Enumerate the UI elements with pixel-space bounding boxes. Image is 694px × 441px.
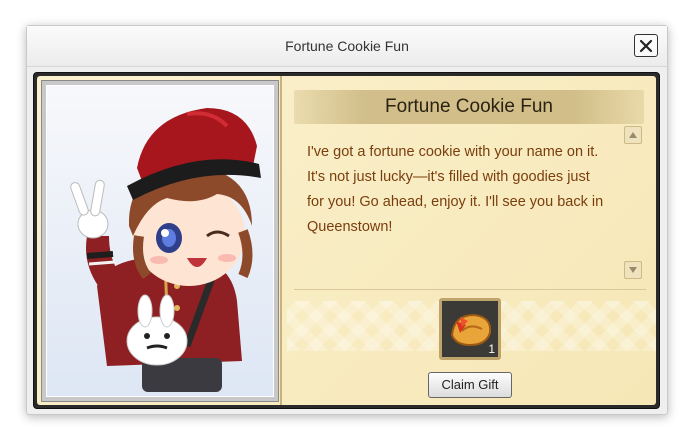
dialog-line: I've got a fortune cookie with your name… xyxy=(307,144,599,160)
scroll-down-button[interactable] xyxy=(624,261,642,279)
reward-item-slot[interactable]: 1 xyxy=(439,298,501,360)
npc-portrait xyxy=(46,85,274,397)
reward-separator xyxy=(294,289,646,290)
dialog-window: Fortune Cookie Fun Fortune Cookie Fun I'… xyxy=(26,25,668,415)
item-quantity: 1 xyxy=(488,342,495,356)
claim-gift-button[interactable]: Claim Gift xyxy=(428,372,512,398)
window-title: Fortune Cookie Fun xyxy=(285,38,409,54)
dialog-header: Fortune Cookie Fun xyxy=(385,96,553,117)
panel-divider xyxy=(280,76,282,405)
npc-dialog-panel: Fortune Cookie Fun I've got a fortune co… xyxy=(37,76,656,405)
dialog-line: Queenstown! xyxy=(307,219,393,235)
close-icon xyxy=(639,39,653,52)
dialog-line: for you! Go ahead, enjoy it. I'll see yo… xyxy=(307,194,604,210)
dialog-line: It's not just lucky—it's filled with goo… xyxy=(307,169,590,185)
close-button[interactable] xyxy=(634,34,658,57)
npc-dialog-frame: Fortune Cookie Fun I've got a fortune co… xyxy=(33,72,660,409)
npc-portrait-frame xyxy=(41,80,279,402)
title-bar: Fortune Cookie Fun xyxy=(27,26,667,67)
triangle-down-icon xyxy=(629,267,637,273)
bellhop-character-illustration xyxy=(70,108,261,392)
dialog-text: I've got a fortune cookie with your name… xyxy=(307,140,607,240)
scroll-up-button[interactable] xyxy=(624,126,642,144)
triangle-up-icon xyxy=(629,132,637,138)
